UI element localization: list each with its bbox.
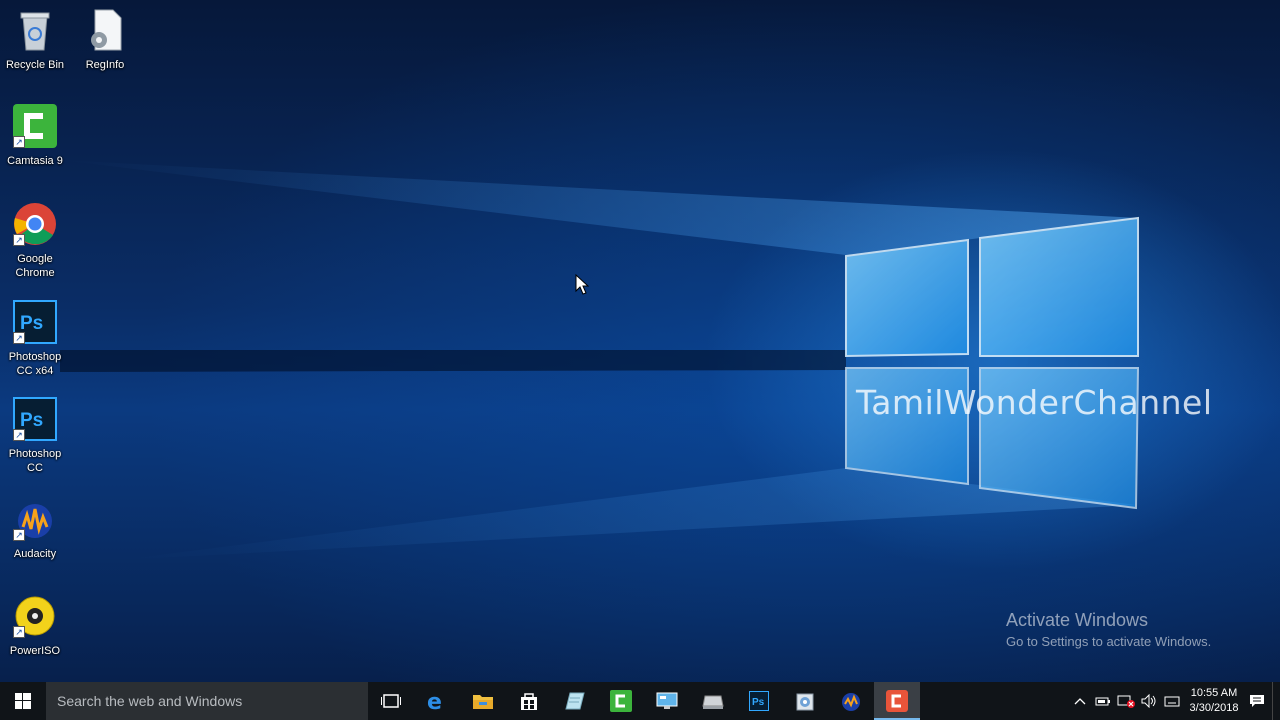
drive-icon xyxy=(702,695,724,709)
desktop-icon-reginfo[interactable]: RegInfo xyxy=(70,8,140,72)
desktop-icon-camtasia[interactable]: ↗ Camtasia 9 xyxy=(0,104,70,168)
photoshop-icon: Ps ↗ xyxy=(13,397,57,441)
shortcut-arrow-icon: ↗ xyxy=(13,234,25,246)
desktop-wallpaper[interactable]: Recycle Bin RegInfo ↗ Camtasia 9 ↗ Googl… xyxy=(0,0,1280,682)
activate-subtitle: Go to Settings to activate Windows. xyxy=(1006,634,1212,649)
taskbar-app-audacity[interactable] xyxy=(828,682,874,720)
svg-text:Ps: Ps xyxy=(752,697,765,708)
keyboard-icon xyxy=(1164,696,1179,707)
desktop-icon-chrome[interactable]: ↗ Google Chrome xyxy=(0,202,70,280)
desktop-icon-label: Photoshop CC xyxy=(8,448,62,474)
shortcut-arrow-icon: ↗ xyxy=(13,429,25,441)
task-view-icon xyxy=(381,694,401,708)
notepad-icon xyxy=(565,692,585,710)
audacity-icon: ↗ xyxy=(13,497,57,541)
desktop-icon-audacity[interactable]: ↗ Audacity xyxy=(0,497,70,561)
activate-title: Activate Windows xyxy=(1006,610,1149,630)
svg-text:e: e xyxy=(427,690,442,712)
taskbar-app-notepad[interactable] xyxy=(552,682,598,720)
shortcut-arrow-icon: ↗ xyxy=(13,626,25,638)
desktop-icon-label: RegInfo xyxy=(85,59,125,71)
start-button[interactable] xyxy=(0,682,46,720)
recorder-icon xyxy=(886,690,908,712)
photoshop-icon: Ps xyxy=(749,691,769,711)
system-tray: 10:55 AM 3/30/2018 xyxy=(1068,682,1280,720)
desktop-icon-label: Audacity xyxy=(13,548,57,560)
taskbar-app-monitor[interactable] xyxy=(644,682,690,720)
battery-icon xyxy=(1095,697,1110,706)
taskbar-app-camtasia-recorder[interactable] xyxy=(874,682,920,720)
notification-icon xyxy=(1249,695,1264,707)
clock-time: 10:55 AM xyxy=(1190,687,1238,699)
chrome-icon: ↗ xyxy=(13,202,57,246)
desktop-icon-recycle-bin[interactable]: Recycle Bin xyxy=(0,8,70,72)
desktop-icon-photoshop[interactable]: Ps ↗ Photoshop CC xyxy=(0,397,70,475)
poweriso-icon: ↗ xyxy=(13,594,57,638)
windows-logo-wallpaper xyxy=(60,160,1140,560)
network-disconnected-icon xyxy=(1117,695,1135,708)
desktop-icon-label: Google Chrome xyxy=(15,253,55,279)
tray-network[interactable] xyxy=(1114,682,1137,720)
tray-keyboard[interactable] xyxy=(1160,682,1183,720)
store-icon xyxy=(521,693,537,710)
windows-start-icon xyxy=(15,693,31,709)
taskbar-app-drive[interactable] xyxy=(690,682,736,720)
chevron-up-icon xyxy=(1074,698,1085,705)
search-box[interactable]: Search the web and Windows xyxy=(46,682,368,720)
desktop-icon-label: Camtasia 9 xyxy=(7,155,63,167)
settings-tool-icon xyxy=(796,693,814,711)
folder-icon xyxy=(473,695,493,709)
tray-volume[interactable] xyxy=(1137,682,1160,720)
taskbar-app-camtasia[interactable] xyxy=(598,682,644,720)
task-view-button[interactable] xyxy=(368,682,414,720)
taskbar: Search the web and Windows e Ps 10:55 AM… xyxy=(0,682,1280,720)
desktop-icon-label: Photoshop CC x64 xyxy=(8,351,62,377)
taskbar-app-edge[interactable]: e xyxy=(414,682,460,720)
desktop-icon-label: PowerISO xyxy=(9,645,61,657)
settings-file-icon xyxy=(83,8,127,52)
edge-icon: e xyxy=(427,690,442,712)
photoshop-icon: Ps ↗ xyxy=(13,300,57,344)
taskbar-app-photoshop[interactable]: Ps xyxy=(736,682,782,720)
clock-date: 3/30/2018 xyxy=(1189,702,1239,714)
clock[interactable]: 10:55 AM 3/30/2018 xyxy=(1183,686,1245,716)
taskbar-app-file-explorer[interactable] xyxy=(460,682,506,720)
speaker-icon xyxy=(1141,694,1155,708)
desktop-icon-photoshop-x64[interactable]: Ps ↗ Photoshop CC x64 xyxy=(0,300,70,378)
taskbar-app-settings[interactable] xyxy=(782,682,828,720)
shortcut-arrow-icon: ↗ xyxy=(13,529,25,541)
svg-text:Ps: Ps xyxy=(20,410,43,431)
tray-battery[interactable] xyxy=(1091,682,1114,720)
mouse-pointer-icon xyxy=(575,274,589,295)
tray-overflow-button[interactable] xyxy=(1068,682,1091,720)
camtasia-icon: ↗ xyxy=(13,104,57,148)
recycle-bin-icon xyxy=(13,8,57,52)
action-center-button[interactable] xyxy=(1245,682,1268,720)
show-desktop-button[interactable] xyxy=(1272,682,1280,720)
camtasia-icon xyxy=(610,690,632,712)
activate-windows-notice: Activate Windows Go to Settings to activ… xyxy=(1006,610,1211,649)
desktop-icon-poweriso[interactable]: ↗ PowerISO xyxy=(0,594,70,658)
monitor-icon xyxy=(656,692,678,709)
desktop-icon-label: Recycle Bin xyxy=(5,59,65,71)
shortcut-arrow-icon: ↗ xyxy=(13,136,25,148)
shortcut-arrow-icon: ↗ xyxy=(13,332,25,344)
svg-text:Ps: Ps xyxy=(20,313,43,334)
channel-watermark: TamilWonderChannel xyxy=(856,383,1213,422)
audacity-icon xyxy=(842,693,860,711)
taskbar-app-store[interactable] xyxy=(506,682,552,720)
